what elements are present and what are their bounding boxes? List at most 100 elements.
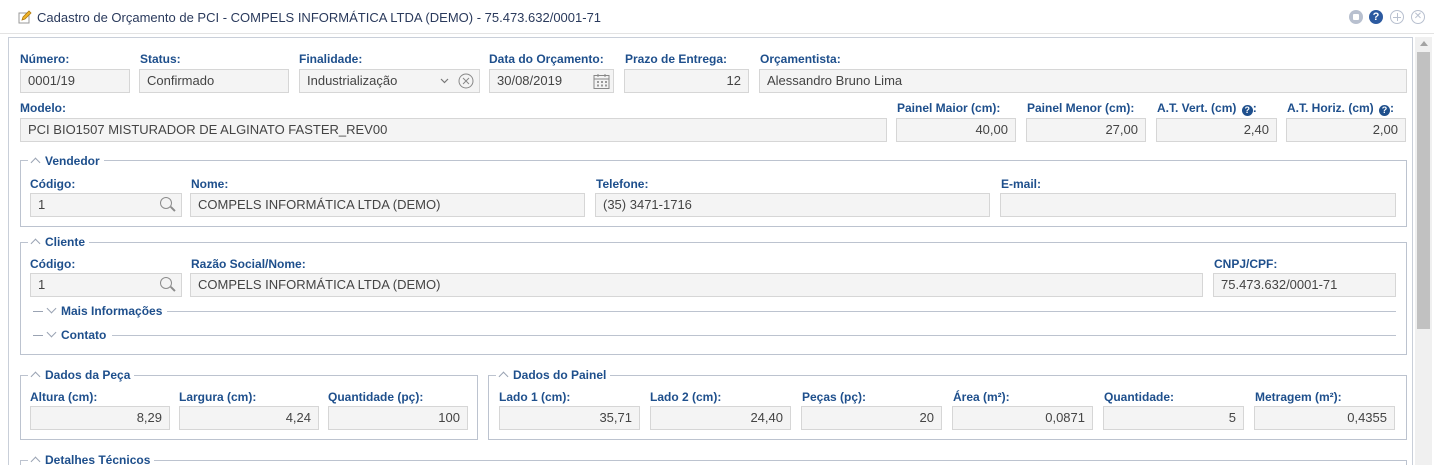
largura-label: Largura (cm): xyxy=(179,390,257,404)
numero-label: Número: xyxy=(20,52,70,66)
data-orcamento-label: Data do Orçamento: xyxy=(489,52,604,66)
form-content: Número: 0001/19 Status: Confirmado Final… xyxy=(8,37,1413,465)
chevron-down-icon[interactable] xyxy=(440,78,449,84)
painel-maior-field[interactable]: 40,00 xyxy=(896,118,1016,142)
at-vert-field[interactable]: 2,40 xyxy=(1156,118,1277,142)
razao-social-field[interactable]: COMPELS INFORMÁTICA LTDA (DEMO) xyxy=(190,273,1203,297)
at-vert-label: A.T. Vert. (cm) ?: xyxy=(1157,101,1257,116)
vendedor-codigo-value: 1 xyxy=(38,197,46,212)
lado1-field[interactable]: 35,71 xyxy=(499,406,640,430)
collapse-caret-icon[interactable] xyxy=(30,157,41,168)
lado2-field[interactable]: 24,40 xyxy=(650,406,791,430)
dados-painel-legend-text: Dados do Painel xyxy=(513,368,607,382)
vendedor-nome-field[interactable]: COMPELS INFORMÁTICA LTDA (DEMO) xyxy=(190,193,585,217)
window-title: Cadastro de Orçamento de PCI - COMPELS I… xyxy=(37,10,602,25)
scroll-up-icon[interactable] xyxy=(1420,41,1428,46)
quantidade-peca-field[interactable]: 100 xyxy=(328,406,468,430)
modelo-label: Modelo: xyxy=(20,101,66,115)
prazo-label: Prazo de Entrega: xyxy=(625,52,728,66)
mais-informacoes-text: Mais Informações xyxy=(61,304,163,318)
detalhes-legend[interactable]: Detalhes Técnicos xyxy=(28,453,155,465)
painel-menor-field[interactable]: 27,00 xyxy=(1026,118,1146,142)
maximize-icon[interactable] xyxy=(1390,10,1404,24)
pecas-field[interactable]: 20 xyxy=(801,406,942,430)
vendedor-nome-label: Nome: xyxy=(191,177,229,191)
data-orcamento-value: 30/08/2019 xyxy=(497,73,563,88)
minimize-icon[interactable] xyxy=(1349,10,1363,24)
quantidade-painel-field[interactable]: 5 xyxy=(1103,406,1244,430)
collapse-caret-icon[interactable] xyxy=(498,371,509,382)
status-label: Status: xyxy=(140,52,181,66)
at-horiz-label: A.T. Horiz. (cm) ?: xyxy=(1287,101,1394,116)
painel-maior-label: Painel Maior (cm): xyxy=(897,101,1001,115)
vendedor-codigo-label: Código: xyxy=(30,177,76,191)
largura-field[interactable]: 4,24 xyxy=(179,406,319,430)
detalhes-group xyxy=(20,460,1407,465)
calendar-icon[interactable] xyxy=(593,73,610,90)
contato-toggle[interactable]: Contato xyxy=(31,327,109,342)
at-horiz-field[interactable]: 2,00 xyxy=(1286,118,1406,142)
data-orcamento-field[interactable]: 30/08/2019 xyxy=(489,69,614,93)
window-titlebar: Cadastro de Orçamento de PCI - COMPELS I… xyxy=(0,0,1434,34)
vendedor-codigo-field[interactable]: 1 xyxy=(30,193,182,217)
cnpj-label: CNPJ/CPF: xyxy=(1214,257,1278,271)
detalhes-legend-text: Detalhes Técnicos xyxy=(45,453,151,465)
orcamentista-field[interactable]: Alessandro Bruno Lima xyxy=(759,69,1407,93)
vendedor-legend[interactable]: Vendedor xyxy=(28,154,104,168)
lado1-label: Lado 1 (cm): xyxy=(499,390,571,404)
razao-social-label: Razão Social/Nome: xyxy=(191,257,306,271)
vendedor-telefone-field[interactable]: (35) 3471-1716 xyxy=(595,193,990,217)
at-horiz-label-colon: : xyxy=(1390,101,1395,115)
search-icon[interactable] xyxy=(160,277,172,289)
finalidade-label: Finalidade: xyxy=(299,52,363,66)
modelo-field[interactable]: PCI BIO1507 MISTURADOR DE ALGINATO FASTE… xyxy=(20,118,887,142)
cliente-codigo-label: Código: xyxy=(30,257,76,271)
dados-painel-legend[interactable]: Dados do Painel xyxy=(496,368,611,382)
area-label: Área (m²): xyxy=(953,390,1010,404)
contato-text: Contato xyxy=(61,328,107,342)
cliente-legend[interactable]: Cliente xyxy=(28,235,90,249)
metragem-label: Metragem (m²): xyxy=(1255,390,1342,404)
clear-icon[interactable] xyxy=(458,73,474,89)
cnpj-field[interactable]: 75.473.632/0001-71 xyxy=(1213,273,1396,297)
metragem-field[interactable]: 0,4355 xyxy=(1254,406,1395,430)
dados-peca-legend[interactable]: Dados da Peça xyxy=(28,368,135,382)
collapse-caret-icon[interactable] xyxy=(30,238,41,249)
vendedor-telefone-label: Telefone: xyxy=(596,177,649,191)
orcamentista-label: Orçamentista: xyxy=(760,52,841,66)
quantidade-peca-label: Quantidade (pç): xyxy=(328,390,424,404)
scrollbar-thumb[interactable] xyxy=(1417,52,1430,329)
vendedor-email-label: E-mail: xyxy=(1001,177,1042,191)
altura-field[interactable]: 8,29 xyxy=(30,406,170,430)
at-horiz-label-text: A.T. Horiz. (cm) xyxy=(1287,101,1374,115)
dados-peca-legend-text: Dados da Peça xyxy=(45,368,131,382)
prazo-field[interactable]: 12 xyxy=(624,69,749,93)
collapse-caret-icon[interactable] xyxy=(30,456,41,465)
area-field[interactable]: 0,0871 xyxy=(952,406,1093,430)
at-vert-label-colon: : xyxy=(1252,101,1257,115)
expand-caret-icon[interactable] xyxy=(46,327,57,338)
status-field[interactable]: Confirmado xyxy=(139,69,289,93)
vendedor-legend-text: Vendedor xyxy=(45,154,100,168)
vendedor-email-field[interactable] xyxy=(1000,193,1396,217)
search-icon[interactable] xyxy=(160,197,172,209)
cliente-codigo-value: 1 xyxy=(38,277,46,292)
pecas-label: Peças (pç): xyxy=(802,390,867,404)
help-icon[interactable]: ? xyxy=(1241,105,1253,116)
vertical-scrollbar[interactable] xyxy=(1415,37,1432,465)
help-icon[interactable]: ? xyxy=(1379,105,1391,116)
close-icon[interactable]: ✕ xyxy=(1411,10,1425,24)
finalidade-value: Industrialização xyxy=(307,73,398,88)
at-vert-label-text: A.T. Vert. (cm) xyxy=(1157,101,1237,115)
painel-menor-label: Painel Menor (cm): xyxy=(1027,101,1135,115)
collapse-caret-icon[interactable] xyxy=(30,371,41,382)
finalidade-select[interactable]: Industrialização xyxy=(299,69,480,93)
cliente-codigo-field[interactable]: 1 xyxy=(30,273,182,297)
divider xyxy=(167,311,1396,312)
help-icon[interactable]: ? xyxy=(1369,10,1383,24)
mais-informacoes-toggle[interactable]: Mais Informações xyxy=(31,303,165,318)
expand-caret-icon[interactable] xyxy=(46,303,57,314)
numero-field[interactable]: 0001/19 xyxy=(20,69,130,93)
edit-pencil-icon xyxy=(18,10,32,24)
divider xyxy=(112,335,1396,336)
